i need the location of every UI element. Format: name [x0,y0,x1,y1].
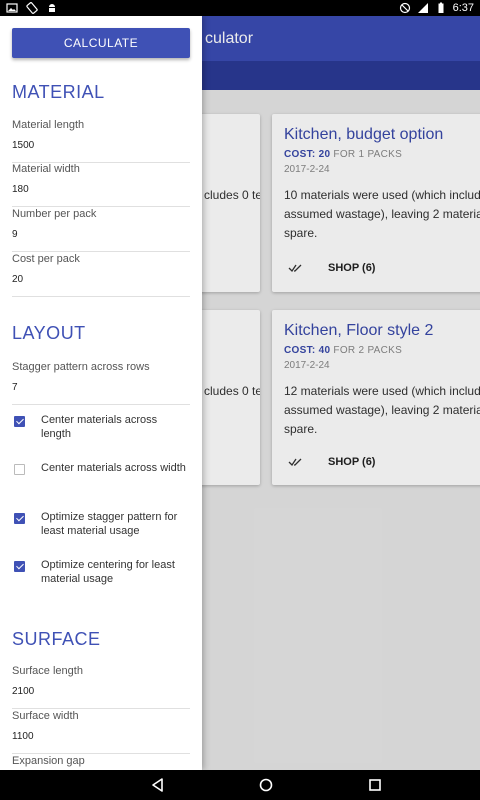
checkbox-unchecked[interactable] [14,464,25,475]
battery-icon [438,2,444,13]
stagger-pattern-field[interactable]: Stagger pattern across rows 7 [12,361,190,405]
field-value[interactable]: 2100 [12,686,34,697]
material-heading: MATERIAL [12,82,105,102]
checkbox-checked[interactable] [14,513,25,524]
surface-length-field[interactable]: Surface length 2100 [12,665,190,709]
layout-heading: LAYOUT [12,323,86,343]
field-value[interactable]: 1100 [12,731,34,742]
field-label: Surface width [12,710,79,722]
back-icon[interactable] [150,777,166,793]
field-label: Material width [12,163,80,175]
status-bar: 6:37 [0,0,480,16]
field-label: Cost per pack [12,253,80,265]
surface-heading: SURFACE [12,629,101,649]
field-label: Stagger pattern across rows [12,361,150,373]
field-value[interactable]: 180 [12,184,29,195]
signal-icon [417,3,428,13]
number-per-pack-field[interactable]: Number per pack 9 [12,208,190,252]
checkbox-label: Center materials across length [41,414,158,440]
checkbox-checked[interactable] [14,416,25,427]
field-label: Surface length [12,665,83,677]
field-label: Material length [12,119,85,131]
cost-per-pack-field[interactable]: Cost per pack 20 [12,253,190,297]
recents-icon[interactable] [367,777,383,793]
image-notification-icon [6,3,18,13]
material-length-field[interactable]: Material length 1500 [12,119,190,163]
field-value[interactable]: 1500 [12,140,34,151]
optimize-centering-checkbox[interactable]: Optimize centering for least material us… [14,558,194,598]
field-value[interactable]: 9 [12,229,18,240]
settings-drawer: CALCULATE MATERIAL Material length 1500 … [0,16,202,770]
do-not-disturb-icon [399,2,410,14]
field-label: Number per pack [12,208,97,220]
expansion-gap-field[interactable]: Expansion gap [12,755,190,770]
field-label: Expansion gap [12,755,85,767]
clock: 6:37 [452,2,474,14]
field-value[interactable]: 7 [12,382,18,393]
surface-width-field[interactable]: Surface width 1100 [12,710,190,754]
android-icon [49,4,55,12]
home-icon[interactable] [258,777,274,793]
field-value[interactable]: 20 [12,274,23,285]
calculate-button[interactable]: CALCULATE [12,28,190,58]
center-length-checkbox[interactable]: Center materials across length [14,413,194,453]
checkbox-label: Optimize stagger pattern for least mater… [41,511,178,537]
material-width-field[interactable]: Material width 180 [12,163,190,207]
checkbox-label: Center materials across width [41,462,186,474]
checkbox-label: Optimize centering for least material us… [41,559,175,585]
screen-rotation-icon [26,2,38,14]
system-nav-bar [0,770,480,800]
optimize-stagger-checkbox[interactable]: Optimize stagger pattern for least mater… [14,510,194,550]
checkbox-checked[interactable] [14,561,25,572]
center-width-checkbox[interactable]: Center materials across width [14,461,194,501]
